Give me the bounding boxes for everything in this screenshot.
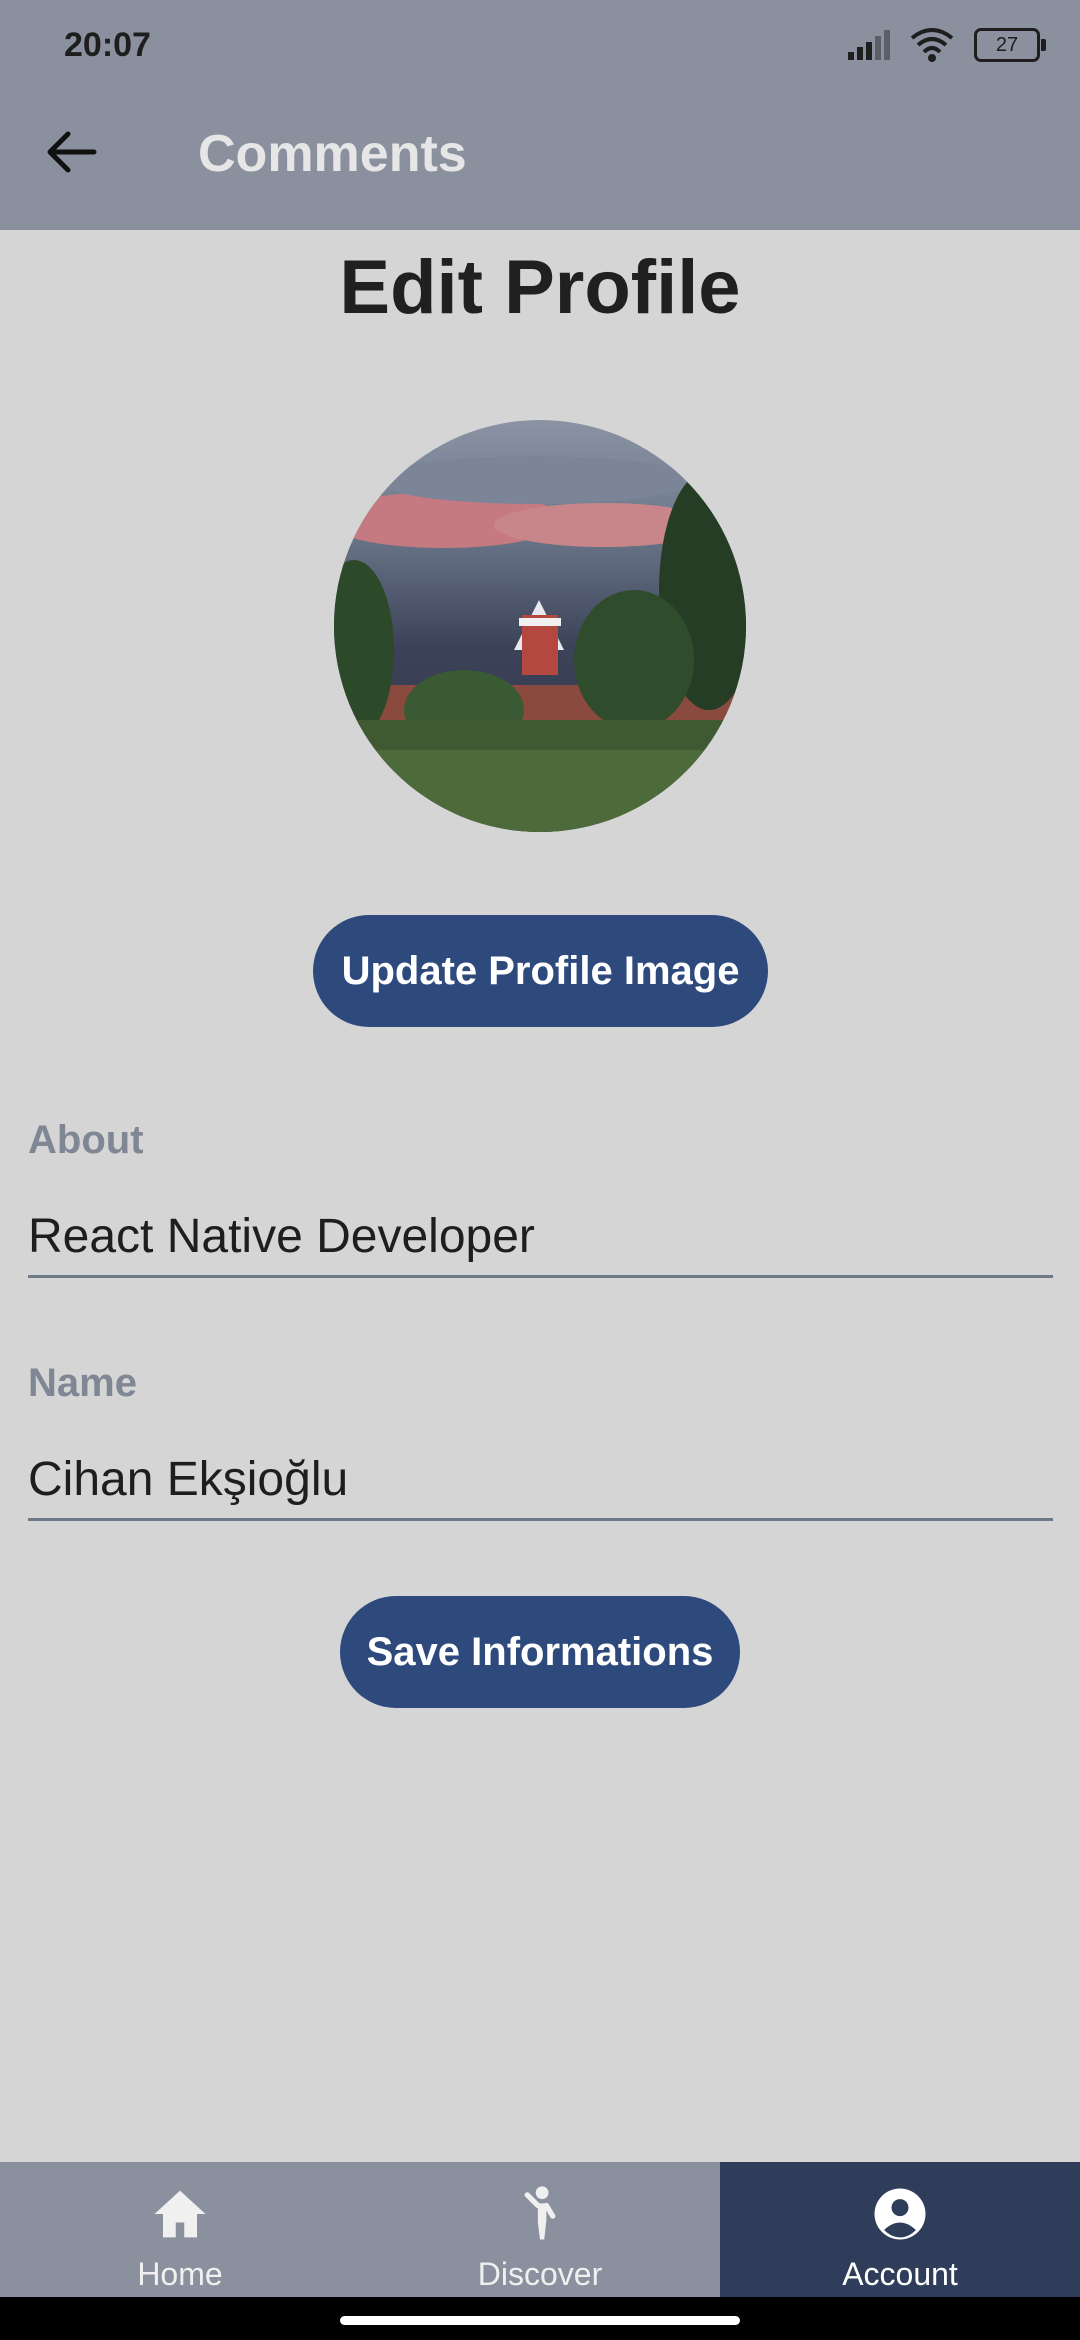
nav-label-home: Home	[137, 2256, 223, 2292]
page-title: Edit Profile	[339, 245, 741, 330]
system-gesture-bar	[0, 2297, 1080, 2340]
nav-label-account: Account	[842, 2256, 958, 2292]
arrow-left-icon	[47, 131, 97, 173]
save-informations-button[interactable]: Save Informations	[340, 1596, 740, 1708]
status-time: 20:07	[64, 26, 151, 64]
signal-icon	[848, 30, 890, 60]
status-icons: 27	[848, 28, 1046, 62]
profile-avatar	[334, 420, 746, 832]
update-profile-image-button[interactable]: Update Profile Image	[313, 915, 768, 1027]
about-input[interactable]	[28, 1198, 1053, 1278]
battery-icon: 27	[974, 28, 1046, 62]
bottom-nav: Home Discover Account	[0, 2162, 1080, 2297]
name-label: Name	[28, 1361, 137, 1405]
nav-item-discover[interactable]: Discover	[360, 2162, 720, 2297]
profile-image	[334, 420, 746, 832]
battery-level: 27	[995, 34, 1019, 56]
nav-item-home[interactable]: Home	[0, 2162, 360, 2297]
about-label: About	[28, 1118, 144, 1162]
wifi-icon	[910, 28, 954, 62]
person-waving-icon	[524, 2186, 556, 2240]
account-circle-icon	[874, 2188, 926, 2240]
nav-item-account[interactable]: Account	[720, 2162, 1080, 2297]
home-gesture-handle[interactable]	[340, 2316, 740, 2325]
name-input[interactable]	[28, 1441, 1053, 1521]
home-icon	[154, 2190, 206, 2238]
app-header: 20:07 27 Comments	[0, 0, 1080, 230]
app-bar-title: Comments	[198, 125, 467, 183]
nav-label-discover: Discover	[477, 2256, 603, 2292]
back-button[interactable]	[40, 120, 104, 184]
